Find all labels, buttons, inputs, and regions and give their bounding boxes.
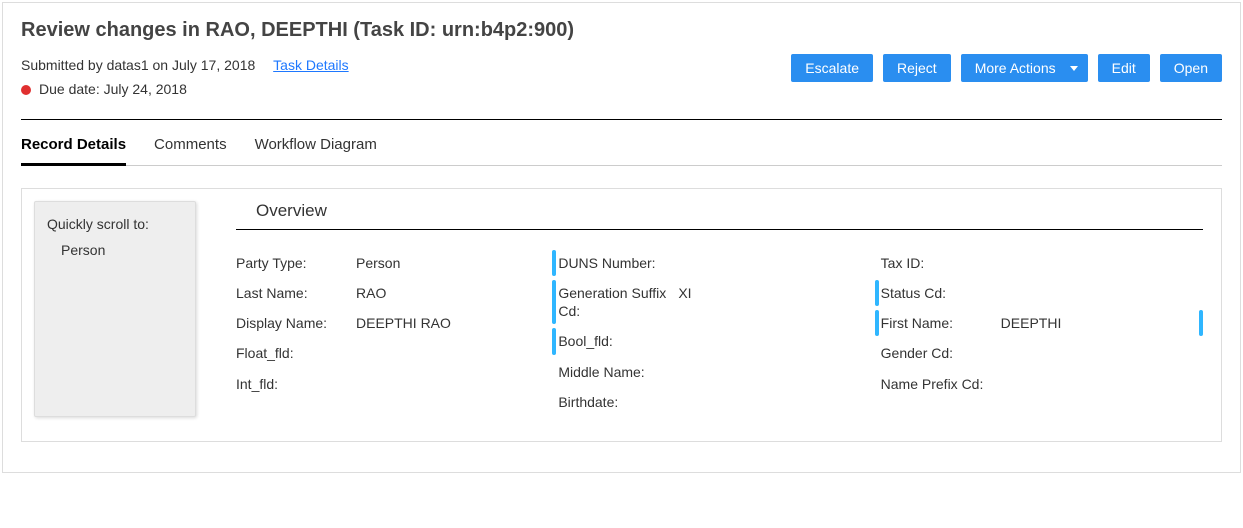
change-marker-icon xyxy=(875,310,879,336)
quicknav-panel: Quickly scroll to: Person xyxy=(34,201,196,417)
tab-record-details[interactable]: Record Details xyxy=(21,136,126,166)
tab-workflow-diagram[interactable]: Workflow Diagram xyxy=(255,136,377,165)
quicknav-title: Quickly scroll to: xyxy=(47,216,183,232)
field-value: DEEPTHI xyxy=(1001,314,1062,332)
page-title: Review changes in RAO, DEEPTHI (Task ID:… xyxy=(21,19,1222,42)
quicknav-item-person[interactable]: Person xyxy=(47,242,183,258)
field-label: Party Type: xyxy=(236,254,356,272)
header-divider xyxy=(21,119,1222,120)
change-marker-icon xyxy=(552,328,556,354)
field-row: Party Type:Person xyxy=(236,248,558,278)
overdue-indicator-icon xyxy=(21,85,31,95)
more-actions-button[interactable]: More Actions xyxy=(961,54,1088,82)
field-label: First Name: xyxy=(881,314,1001,332)
field-label: DUNS Number: xyxy=(558,254,678,272)
field-row: First Name:DEEPTHI xyxy=(881,308,1203,338)
fields-col-3: Tax ID:Status Cd:First Name:DEEPTHIGende… xyxy=(881,248,1203,417)
chevron-down-icon xyxy=(1070,66,1078,71)
overview-heading: Overview xyxy=(236,201,1203,229)
overview-divider xyxy=(236,229,1203,230)
field-row: Bool_fld: xyxy=(558,326,880,356)
edit-button[interactable]: Edit xyxy=(1098,54,1150,82)
field-row: DUNS Number: xyxy=(558,248,880,278)
field-label: Middle Name: xyxy=(558,363,678,381)
field-label: Name Prefix Cd: xyxy=(881,375,1001,393)
open-button[interactable]: Open xyxy=(1160,54,1222,82)
fields-col-1: Party Type:PersonLast Name:RAODisplay Na… xyxy=(236,248,558,417)
field-label: Bool_fld: xyxy=(558,332,678,350)
field-row: Generation Suffix Cd:XI xyxy=(558,278,880,326)
field-row: Int_fld: xyxy=(236,369,558,399)
due-date-text: Due date: July 24, 2018 xyxy=(39,78,187,100)
field-label: Last Name: xyxy=(236,284,356,302)
field-value: Person xyxy=(356,254,400,272)
field-row: Last Name:RAO xyxy=(236,278,558,308)
field-row: Gender Cd: xyxy=(881,338,1203,368)
field-row: Float_fld: xyxy=(236,338,558,368)
field-row: Status Cd: xyxy=(881,278,1203,308)
field-row: Name Prefix Cd: xyxy=(881,369,1203,399)
field-label: Tax ID: xyxy=(881,254,1001,272)
tab-comments[interactable]: Comments xyxy=(154,136,227,165)
more-actions-label: More Actions xyxy=(975,60,1056,76)
fields-col-2: DUNS Number: Generation Suffix Cd:XI Bool_… xyxy=(558,248,880,417)
escalate-button[interactable]: Escalate xyxy=(791,54,873,82)
field-row: Tax ID: xyxy=(881,248,1203,278)
change-marker-icon xyxy=(1199,310,1203,336)
field-row: Middle Name: xyxy=(558,357,880,387)
task-details-link[interactable]: Task Details xyxy=(273,57,348,73)
field-label: Int_fld: xyxy=(236,375,356,393)
reject-button[interactable]: Reject xyxy=(883,54,951,82)
change-marker-icon xyxy=(875,280,879,306)
field-row: Birthdate: xyxy=(558,387,880,417)
tab-bar: Record Details Comments Workflow Diagram xyxy=(21,136,1222,166)
field-label: Birthdate: xyxy=(558,393,678,411)
field-row: Display Name:DEEPTHI RAO xyxy=(236,308,558,338)
field-label: Float_fld: xyxy=(236,344,356,362)
field-value: RAO xyxy=(356,284,386,302)
change-marker-icon xyxy=(552,280,556,324)
field-label: Gender Cd: xyxy=(881,344,1001,362)
submitted-text: Submitted by datas1 on July 17, 2018 xyxy=(21,57,255,73)
field-label: Status Cd: xyxy=(881,284,1001,302)
field-value: XI xyxy=(678,284,691,302)
field-label: Display Name: xyxy=(236,314,356,332)
field-label: Generation Suffix Cd: xyxy=(558,284,678,320)
change-marker-icon xyxy=(552,250,556,276)
field-value: DEEPTHI RAO xyxy=(356,314,451,332)
